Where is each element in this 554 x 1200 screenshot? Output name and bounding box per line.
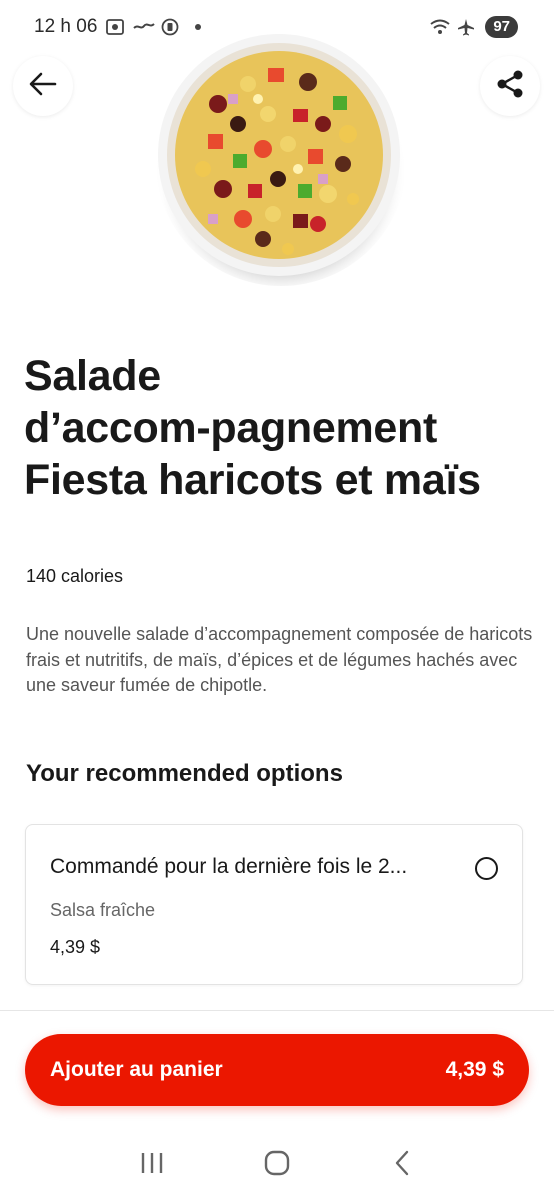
- back-button[interactable]: [13, 56, 73, 116]
- bird-icon: [133, 18, 156, 36]
- notification-dot: [195, 24, 202, 30]
- product-description: Une nouvelle salade d’accompagnement com…: [26, 624, 533, 695]
- arrow-left-icon: [27, 68, 59, 105]
- add-to-cart-button[interactable]: Ajouter au panier 4,39 $: [25, 1034, 529, 1106]
- product-title-line: Salade: [24, 352, 161, 400]
- option-price: 4,39 $: [50, 937, 101, 957]
- battery-indicator: 97: [485, 16, 518, 38]
- status-time: 12 h 06: [34, 16, 98, 37]
- recent-apps-button[interactable]: [132, 1145, 172, 1185]
- recent-apps-icon: [138, 1150, 166, 1181]
- airplane-icon: [457, 18, 477, 36]
- product-title-line: d’accom-pagnement: [24, 404, 438, 452]
- option-subtitle: Salsa fraîche: [50, 900, 156, 920]
- system-navigation-bar: [0, 1130, 554, 1200]
- add-to-cart-price: 4,39 $: [445, 1058, 504, 1081]
- product-title: Salade d’accom-pagnement Fiesta haricots…: [24, 350, 534, 506]
- status-right: 97: [429, 16, 518, 38]
- home-button[interactable]: [257, 1145, 297, 1185]
- add-to-cart-label: Ajouter au panier: [50, 1058, 223, 1081]
- system-back-button[interactable]: [382, 1145, 422, 1185]
- screenshot-icon: [105, 18, 125, 36]
- status-left: 12 h 06: [34, 16, 202, 38]
- calories-text: 140 calories: [26, 566, 124, 586]
- share-button[interactable]: [480, 56, 540, 116]
- option-radio-button[interactable]: [475, 857, 498, 880]
- recommended-option-card[interactable]: Commandé pour la dernière fois le 2... S…: [25, 824, 523, 985]
- chevron-left-icon: [392, 1149, 412, 1182]
- product-title-line: Fiesta haricots et maïs: [24, 456, 481, 504]
- status-bar: 12 h 06 97: [0, 0, 554, 54]
- option-title: Commandé pour la dernière fois le 2...: [50, 855, 408, 878]
- home-icon: [263, 1149, 291, 1182]
- recommended-options-heading: Your recommended options: [26, 760, 343, 787]
- app-notification-icon: [161, 18, 181, 36]
- wifi-icon: [429, 18, 450, 36]
- product-image: [148, 24, 410, 286]
- share-icon: [494, 68, 526, 105]
- product-detail-screen: 12 h 06 97 Salade d’accom-pagnement Fies…: [0, 0, 554, 1200]
